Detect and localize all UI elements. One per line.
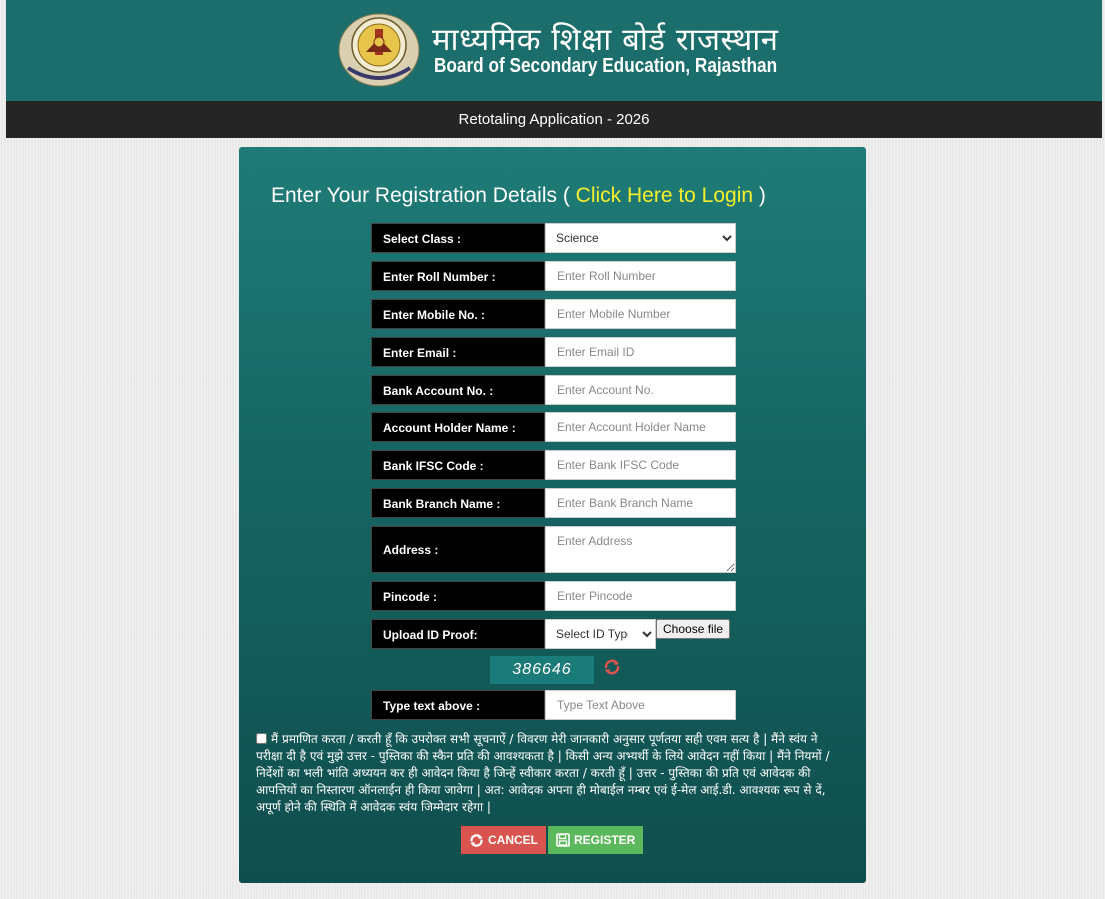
declaration-text: मैं प्रमाणित करता / करती हूँ कि उपरोक्त …: [256, 732, 830, 814]
register-button[interactable]: REGISTER: [548, 826, 644, 854]
application-title: Retotaling Application - 2026: [458, 111, 650, 128]
ifsc-label: Bank IFSC Code :: [371, 450, 545, 480]
refresh-icon: [470, 833, 483, 847]
mobile-number-input[interactable]: [545, 299, 736, 329]
site-header: माध्यमिक शिक्षा बोर्ड राजस्थान Board of …: [6, 0, 1102, 101]
board-title-hindi: माध्यमिक शिक्षा बोर्ड राजस्थान: [432, 22, 779, 58]
branch-name-input[interactable]: [545, 488, 736, 518]
refresh-captcha-icon[interactable]: [603, 658, 621, 676]
register-label: REGISTER: [574, 833, 636, 847]
account-label: Bank Account No. :: [371, 375, 545, 405]
declaration-block: मैं प्रमाणित करता / करती हूँ कि उपरोक्त …: [256, 731, 842, 816]
address-textarea[interactable]: [545, 526, 736, 573]
cancel-button[interactable]: CANCEL: [461, 826, 546, 854]
email-label: Enter Email :: [371, 337, 545, 367]
registration-heading: Enter Your Registration Details ( Click …: [271, 184, 766, 208]
application-title-bar: Retotaling Application - 2026: [6, 101, 1102, 138]
captcha-label: Type text above :: [371, 690, 545, 720]
choose-file-button[interactable]: Choose file: [656, 619, 731, 639]
address-label: Address :: [371, 526, 545, 573]
mobile-label: Enter Mobile No. :: [371, 299, 545, 329]
page-frame: माध्यमिक शिक्षा बोर्ड राजस्थान Board of …: [6, 0, 1102, 899]
class-select[interactable]: Science: [545, 223, 736, 253]
captcha-image: 386646: [490, 656, 594, 684]
captcha-input[interactable]: [545, 690, 736, 720]
branch-label: Bank Branch Name :: [371, 488, 545, 518]
id-type-select[interactable]: Select ID Type: [545, 619, 656, 649]
save-icon: [556, 833, 570, 847]
pincode-label: Pincode :: [371, 581, 545, 611]
roll-label: Enter Roll Number :: [371, 261, 545, 291]
cancel-label: CANCEL: [488, 833, 538, 847]
pincode-input[interactable]: [545, 581, 736, 611]
holder-label: Account Holder Name :: [371, 412, 545, 442]
ifsc-input[interactable]: [545, 450, 736, 480]
heading-suffix: ): [753, 184, 766, 207]
email-input[interactable]: [545, 337, 736, 367]
registration-panel: Enter Your Registration Details ( Click …: [239, 147, 866, 883]
board-seal-emblem-icon: [338, 13, 420, 87]
login-link[interactable]: Click Here to Login: [576, 184, 753, 207]
roll-number-input[interactable]: [545, 261, 736, 291]
idproof-label: Upload ID Proof:: [371, 619, 545, 649]
board-title-english: Board of Secondary Education, Rajasthan: [434, 55, 778, 77]
class-label: Select Class :: [371, 223, 545, 253]
heading-prefix: Enter Your Registration Details (: [271, 184, 576, 207]
declaration-checkbox[interactable]: [256, 733, 267, 744]
account-number-input[interactable]: [545, 375, 736, 405]
account-holder-input[interactable]: [545, 412, 736, 442]
